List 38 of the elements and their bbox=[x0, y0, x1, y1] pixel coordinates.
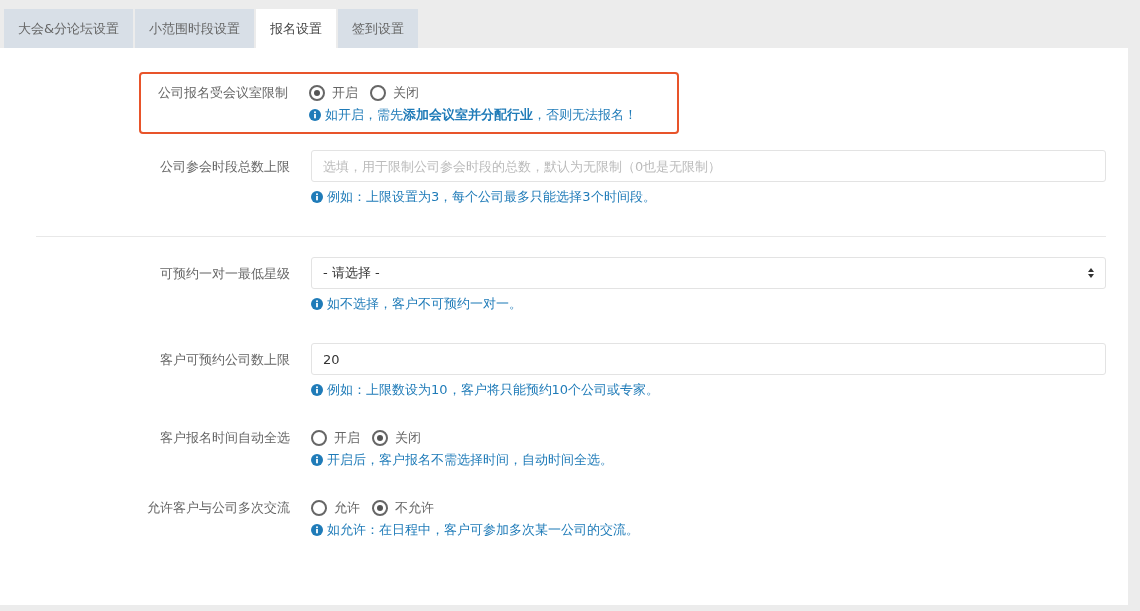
hint-text: 如不选择，客户不可预约一对一。 bbox=[327, 295, 522, 313]
radio-button[interactable] bbox=[309, 85, 325, 101]
info-icon bbox=[311, 298, 323, 310]
option-label[interactable]: 开启 bbox=[332, 84, 358, 102]
info-icon bbox=[311, 384, 323, 396]
info-icon bbox=[311, 191, 323, 203]
option-label[interactable]: 关闭 bbox=[393, 84, 419, 102]
tab[interactable]: 小范围时段设置 bbox=[135, 9, 255, 48]
option-label[interactable]: 允许 bbox=[334, 499, 360, 517]
select-field[interactable]: - 请选择 - bbox=[311, 257, 1106, 289]
sort-arrows-icon bbox=[1088, 268, 1094, 278]
field-label: 允许客户与公司多次交流 bbox=[146, 499, 290, 517]
field-label: 公司参会时段总数上限 bbox=[159, 158, 290, 176]
radio-button[interactable] bbox=[311, 430, 327, 446]
hint-text: 开启后，客户报名不需选择时间，自动时间全选。 bbox=[327, 451, 613, 469]
field-label: 公司报名受会议室限制 bbox=[157, 84, 288, 102]
hint-text: 例如：上限数设为10，客户将只能预约10个公司或专家。 bbox=[327, 381, 660, 399]
hint-text: 如允许：在日程中，客户可参加多次某一公司的交流。 bbox=[327, 521, 639, 539]
option-label[interactable]: 关闭 bbox=[395, 429, 421, 447]
tab[interactable]: 报名设置 bbox=[256, 9, 337, 48]
hint-text: 如开启，需先添加会议室并分配行业，否则无法报名！ bbox=[325, 106, 637, 124]
field-label: 客户报名时间自动全选 bbox=[159, 429, 290, 447]
radio-button[interactable] bbox=[372, 500, 388, 516]
info-icon bbox=[311, 454, 323, 466]
radio-button[interactable] bbox=[372, 430, 388, 446]
tab[interactable]: 大会&分论坛设置 bbox=[4, 9, 134, 48]
field-label: 可预约一对一最低星级 bbox=[159, 265, 290, 283]
input-field[interactable]: 选填，用于限制公司参会时段的总数，默认为无限制（0也是无限制） bbox=[311, 150, 1106, 182]
hint-text: 例如：上限设置为3，每个公司最多只能选择3个时间段。 bbox=[327, 188, 656, 206]
info-icon bbox=[311, 524, 323, 536]
tab[interactable]: 签到设置 bbox=[338, 9, 419, 48]
option-label[interactable]: 开启 bbox=[334, 429, 360, 447]
info-icon bbox=[309, 109, 321, 121]
radio-button[interactable] bbox=[311, 500, 327, 516]
option-label[interactable]: 不允许 bbox=[395, 499, 434, 517]
input-field[interactable]: 20 bbox=[311, 343, 1106, 375]
radio-button[interactable] bbox=[370, 85, 386, 101]
field-label: 客户可预约公司数上限 bbox=[159, 351, 290, 369]
